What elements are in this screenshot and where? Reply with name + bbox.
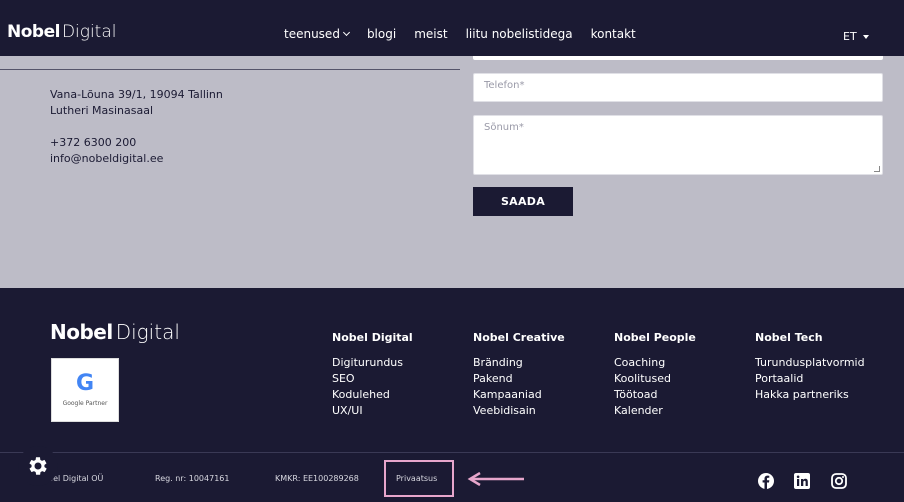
logo-bold: Nobel: [7, 22, 60, 42]
footer-column-people: Nobel People Coaching Koolitused Töötoad…: [614, 331, 696, 419]
column-title: Nobel Tech: [755, 331, 823, 344]
footer-logo[interactable]: Nobel Digital: [50, 320, 180, 344]
site-footer: Nobel Digital G Google Partner Nobel Dig…: [0, 288, 904, 502]
message-placeholder: Sõnum*: [484, 122, 524, 133]
footer-column-digital: Nobel Digital Digiturundus SEO Kodulehed…: [332, 331, 413, 419]
footer-link[interactable]: SEO: [332, 371, 413, 387]
gear-icon: [29, 457, 47, 475]
main-nav: teenused blogi meist liitu nobelistidega…: [284, 27, 654, 41]
address-line: Lutheri Masinasaal: [50, 104, 154, 117]
email-link[interactable]: info@nobeldigital.ee: [50, 151, 223, 167]
nav-teenused[interactable]: teenused: [284, 27, 350, 41]
footer-link[interactable]: Digiturundus: [332, 355, 413, 371]
footer-link[interactable]: Portaalid: [755, 371, 865, 387]
nav-label: teenused: [284, 27, 340, 41]
contact-section: Vana-Lõuna 39/1, 19094 Tallinn Lutheri M…: [0, 56, 904, 288]
resize-handle-icon[interactable]: [874, 166, 880, 172]
privacy-link[interactable]: Privaatsus: [396, 474, 437, 483]
footer-link[interactable]: Pakend: [473, 371, 565, 387]
reg-number: Reg. nr: 10047161: [155, 474, 230, 483]
instagram-icon[interactable]: [831, 473, 847, 489]
facebook-icon[interactable]: [758, 473, 774, 489]
message-field[interactable]: Sõnum*: [473, 115, 883, 175]
logo-light: Digital: [61, 22, 117, 42]
logo[interactable]: Nobel Digital: [7, 22, 116, 42]
divider: [0, 69, 460, 70]
footer-link[interactable]: Kampaaniad: [473, 387, 565, 403]
logo-bold: Nobel: [50, 320, 113, 344]
chevron-down-icon: [342, 28, 350, 37]
column-title: Nobel People: [614, 331, 696, 344]
footer-link[interactable]: Turundusplatvormid: [755, 355, 865, 371]
site-header: Nobel Digital teenused blogi meist liitu…: [0, 0, 904, 56]
footer-link[interactable]: Coaching: [614, 355, 696, 371]
badge-text: Google Partner: [62, 400, 108, 407]
contact-info: Vana-Lõuna 39/1, 19094 Tallinn Lutheri M…: [50, 87, 223, 167]
phone-field[interactable]: Telefon*: [473, 73, 883, 102]
logo-light: Digital: [115, 320, 180, 344]
arrow-left-icon: [467, 472, 524, 486]
language-label: ET: [843, 30, 857, 43]
footer-link[interactable]: UX/UI: [332, 403, 413, 419]
cookie-settings-button[interactable]: [18, 446, 58, 486]
google-partner-badge[interactable]: G Google Partner: [51, 358, 119, 422]
company-name: bel Digital OÜ: [48, 474, 104, 483]
nav-meist[interactable]: meist: [414, 27, 447, 41]
footer-link[interactable]: Töötoad: [614, 387, 696, 403]
footer-column-tech: Nobel Tech Turundusplatvormid Portaalid …: [755, 331, 865, 403]
nav-liitu[interactable]: liitu nobelistidega: [466, 27, 573, 41]
vat-number: KMKR: EE100289268: [275, 474, 359, 483]
submit-button[interactable]: SAADA: [473, 187, 573, 216]
caret-down-icon: [862, 34, 869, 39]
column-title: Nobel Creative: [473, 331, 565, 344]
google-g-icon: G: [75, 371, 95, 396]
nav-blogi[interactable]: blogi: [367, 27, 396, 41]
nav-kontakt[interactable]: kontakt: [591, 27, 636, 41]
footer-link[interactable]: Kalender: [614, 403, 696, 419]
footer-link[interactable]: Hakka partneriks: [755, 387, 865, 403]
footer-column-creative: Nobel Creative Bränding Pakend Kampaania…: [473, 331, 565, 419]
footer-link[interactable]: Veebidisain: [473, 403, 565, 419]
form-field-previous[interactable]: [473, 56, 883, 60]
address-line: Vana-Lõuna 39/1, 19094 Tallinn: [50, 88, 223, 101]
footer-link[interactable]: Bränding: [473, 355, 565, 371]
language-selector[interactable]: ET: [843, 30, 869, 43]
phone-link[interactable]: +372 6300 200: [50, 135, 223, 151]
linkedin-icon[interactable]: [794, 473, 810, 489]
column-title: Nobel Digital: [332, 331, 413, 344]
footer-link[interactable]: Kodulehed: [332, 387, 413, 403]
footer-link[interactable]: Koolitused: [614, 371, 696, 387]
footer-divider: [0, 452, 904, 453]
